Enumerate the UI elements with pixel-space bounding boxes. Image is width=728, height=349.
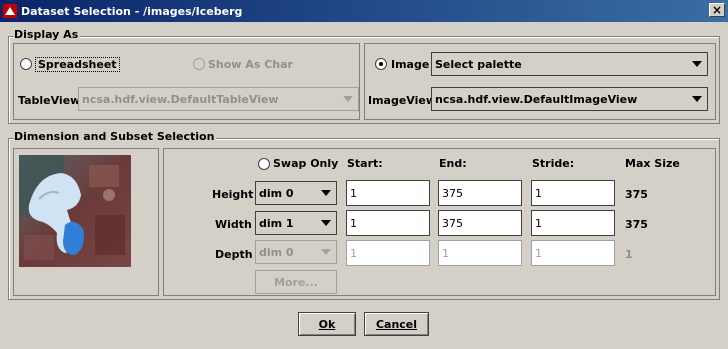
height-label: Height: [212, 188, 254, 201]
depth-dim-select[interactable]: dim 0: [255, 240, 337, 264]
swap-only-radio[interactable]: [258, 158, 270, 170]
height-dim-value: dim 0: [259, 186, 294, 200]
depth-max-size: 1: [625, 248, 633, 261]
close-icon: ×: [711, 3, 723, 17]
max-size-header: Max Size: [625, 157, 680, 170]
depth-label: Depth: [215, 248, 253, 261]
image-label[interactable]: Image: [391, 58, 429, 71]
dataset-preview-image: [19, 155, 131, 267]
spreadsheet-label[interactable]: Spreadsheet: [35, 57, 120, 72]
width-stride-input[interactable]: 1: [531, 210, 615, 236]
swap-only-label[interactable]: Swap Only: [273, 157, 338, 170]
end-header: End:: [439, 157, 467, 170]
depth-start-input[interactable]: 1: [346, 240, 430, 266]
chevron-down-icon: [692, 61, 702, 67]
width-end-input[interactable]: 375: [438, 210, 522, 236]
close-button[interactable]: ×: [709, 3, 725, 17]
palette-select[interactable]: Select palette: [431, 52, 708, 76]
height-stride-input[interactable]: 1: [531, 180, 615, 206]
show-as-char-radio[interactable]: [193, 58, 205, 70]
depth-dim-value: dim 0: [259, 245, 294, 259]
width-dim-value: dim 1: [259, 216, 294, 230]
image-radio[interactable]: [375, 58, 387, 70]
tableview-value: ncsa.hdf.view.DefaultTableView: [82, 92, 279, 106]
height-start-input[interactable]: 1: [346, 180, 430, 206]
height-max-size: 375: [625, 188, 648, 201]
ok-label: Ok: [318, 317, 336, 331]
subset-legend: Dimension and Subset Selection: [14, 130, 217, 143]
tableview-label: TableView:: [18, 94, 85, 107]
window-title: Dataset Selection - /images/Iceberg: [21, 4, 243, 18]
spreadsheet-radio[interactable]: [20, 58, 32, 70]
chevron-down-icon: [321, 220, 331, 226]
stride-header: Stride:: [532, 157, 575, 170]
start-header: Start:: [347, 157, 383, 170]
height-dim-select[interactable]: dim 0: [255, 181, 337, 205]
more-button[interactable]: More...: [255, 270, 337, 294]
show-as-char-label[interactable]: Show As Char: [208, 58, 293, 71]
title-bar: Dataset Selection - /images/Iceberg ×: [0, 0, 728, 22]
chevron-down-icon: [692, 96, 702, 102]
tableview-select[interactable]: ncsa.hdf.view.DefaultTableView: [78, 87, 359, 111]
height-end-input[interactable]: 375: [438, 180, 522, 206]
cancel-label: Cancel: [375, 317, 418, 331]
chevron-down-icon: [321, 190, 331, 196]
imageview-select[interactable]: ncsa.hdf.view.DefaultImageView: [431, 87, 708, 111]
width-label: Width: [215, 218, 252, 231]
imageview-value: ncsa.hdf.view.DefaultImageView: [435, 92, 638, 106]
chevron-down-icon: [321, 249, 331, 255]
cancel-button[interactable]: Cancel: [364, 312, 429, 336]
depth-stride-input[interactable]: 1: [531, 240, 615, 266]
imageview-label: ImageView:: [368, 94, 441, 107]
width-start-input[interactable]: 1: [346, 210, 430, 236]
app-icon: [3, 4, 17, 18]
palette-value: Select palette: [435, 57, 522, 71]
depth-end-input[interactable]: 1: [438, 240, 522, 266]
display-as-legend: Display As: [14, 28, 81, 41]
ok-button[interactable]: Ok: [298, 312, 356, 336]
width-max-size: 375: [625, 218, 648, 231]
chevron-down-icon: [343, 96, 353, 102]
width-dim-select[interactable]: dim 1: [255, 211, 337, 235]
